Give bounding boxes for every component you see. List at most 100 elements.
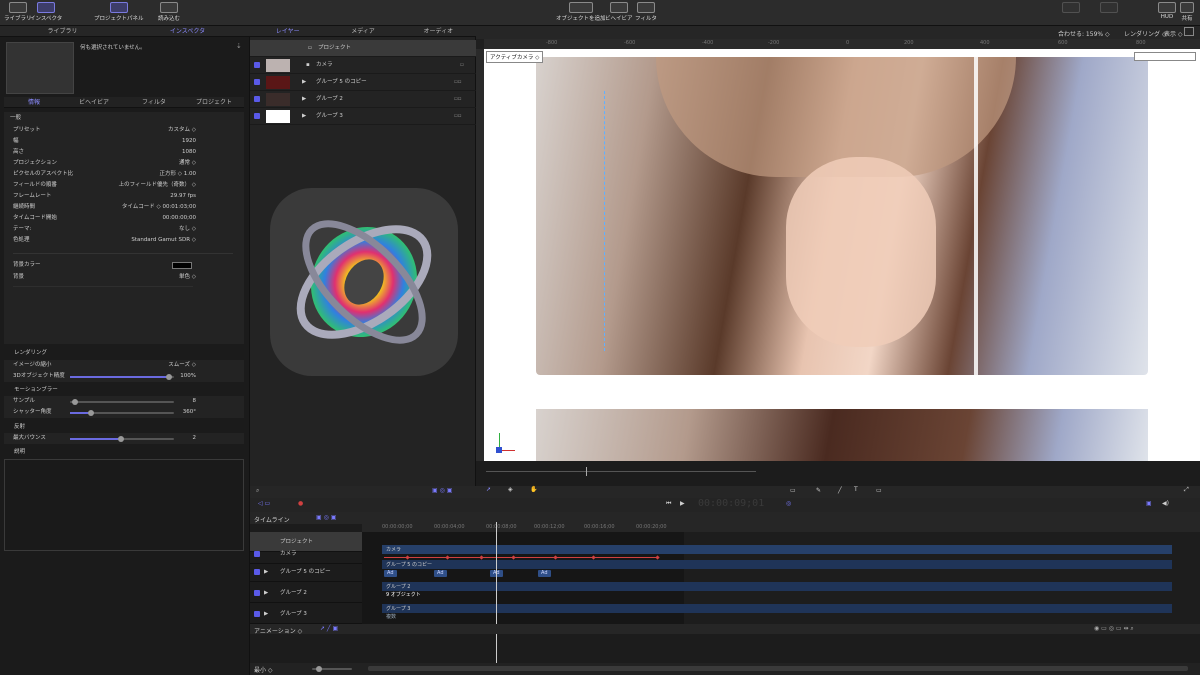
prop-projection[interactable]: プロジェクション 通常 ◇: [4, 158, 244, 169]
zoom-slider[interactable]: [312, 666, 352, 672]
inspector-button[interactable]: インスペクタ: [30, 2, 62, 22]
filter-button[interactable]: フィルタ: [635, 2, 657, 22]
photo-frame-2[interactable]: [536, 409, 1148, 461]
layer-checkbox[interactable]: [254, 79, 260, 85]
layer-project[interactable]: ▫ プロジェクト: [250, 40, 476, 57]
track-area[interactable]: カメラ グループ 5 のコピー Ad Ad Ad Ad グループ 2 9 オブジ…: [362, 532, 1200, 624]
mini-timeline[interactable]: [476, 461, 1200, 486]
layer-view-icons[interactable]: ▣ ◎ ▣: [432, 487, 452, 494]
prop-field-order[interactable]: フィールドの順番 上のフィールド優先（奇数） ◇: [4, 180, 244, 191]
import-button[interactable]: 読み込む: [158, 2, 180, 22]
disclosure-triangle-icon[interactable]: ▶: [302, 74, 306, 91]
layer-options-icon[interactable]: ▫▫: [454, 108, 461, 125]
fullscreen-icon[interactable]: ⤢: [1184, 486, 1189, 494]
transform-tool-icon[interactable]: ◈: [508, 486, 513, 493]
animation-menu[interactable]: アニメーション ◇: [254, 626, 302, 635]
keyframe[interactable]: [445, 555, 450, 560]
behavior-button[interactable]: ビヘイビア: [605, 2, 633, 22]
shutter-slider[interactable]: [70, 410, 174, 416]
timecode-display[interactable]: 00:00:09;01: [698, 498, 764, 509]
bounces-slider[interactable]: [70, 436, 174, 442]
search-icon[interactable]: ⌕: [256, 487, 259, 495]
project-panel-button[interactable]: プロジェクトパネル: [94, 2, 144, 22]
hand-tool-icon[interactable]: ✋: [530, 486, 537, 493]
timeline-scrollbar[interactable]: [368, 666, 1188, 671]
tab-filters[interactable]: フィルタ: [124, 97, 184, 107]
record-icon[interactable]: ●: [298, 500, 303, 507]
group5-bar[interactable]: グループ 5 のコピー: [382, 560, 1172, 569]
layer-options-icon[interactable]: ▫▫: [454, 91, 461, 108]
go-to-start-icon[interactable]: ⏮: [666, 500, 671, 508]
photo-frame[interactable]: [536, 57, 1148, 375]
audio-icon[interactable]: ◎: [786, 500, 791, 507]
pin-icon[interactable]: ⇣: [236, 42, 242, 50]
zoom-menu-footer[interactable]: 最小 ◇: [254, 665, 273, 674]
timeline-ruler[interactable]: 00:00:00;00 00:00:04;00 00:00:08;00 00:0…: [362, 512, 1200, 532]
timeline-row-camera[interactable]: カメラ: [250, 544, 362, 564]
tab-inspector[interactable]: インスペクタ: [125, 26, 250, 36]
disclosure-triangle-icon[interactable]: ▶: [264, 604, 268, 624]
mini-playhead[interactable]: [586, 467, 587, 476]
playhead[interactable]: [496, 522, 497, 664]
prop-width[interactable]: 幅 1920: [4, 136, 244, 147]
layer-group5-copy[interactable]: ▶ グループ 5 のコピー ▫▫: [250, 74, 476, 91]
pen-tool-icon[interactable]: ✎: [816, 487, 821, 494]
camera-bar[interactable]: カメラ: [382, 545, 1172, 554]
description-field[interactable]: [4, 459, 244, 551]
prop-color-processing[interactable]: 色処理 Standard Gamut SDR ◇: [4, 235, 244, 246]
view-menu[interactable]: 表示 ◇: [1164, 29, 1183, 38]
library-button[interactable]: ライブラリ: [4, 2, 32, 22]
prop-height[interactable]: 高さ 1080: [4, 147, 244, 158]
prop-bg-color[interactable]: 背景カラー: [4, 260, 244, 271]
tab-behaviors[interactable]: ビヘイビア: [64, 97, 124, 107]
keyframe[interactable]: [655, 555, 660, 560]
prop-preset[interactable]: プリセット カスタム ◇: [4, 125, 244, 136]
prop-theme[interactable]: テーマ: なし ◇: [4, 224, 244, 235]
layer-group2[interactable]: ▶ グループ 2 ▫▫: [250, 91, 476, 108]
keyframe-tool-icons[interactable]: ➚ ╱ ▣: [320, 625, 338, 632]
layer-checkbox[interactable]: [254, 62, 260, 68]
tab-info[interactable]: 情報: [4, 97, 64, 107]
timeline-row-group3[interactable]: ▶ グループ 3: [250, 604, 362, 624]
layer-checkbox[interactable]: [254, 113, 260, 119]
layout-icon[interactable]: [1184, 27, 1194, 36]
text-tool-icon[interactable]: T: [854, 486, 858, 493]
disclosure-triangle-icon[interactable]: ▶: [302, 91, 306, 108]
axis-gizmo[interactable]: [496, 433, 516, 453]
prop-image-scaling[interactable]: イメージの縮小 スムーズ ◇: [4, 360, 244, 371]
prop-pixel-aspect[interactable]: ピクセルのアスペクト比 正方形 ◇ 1.00: [4, 169, 244, 180]
view-tools[interactable]: [1134, 52, 1196, 61]
tab-media[interactable]: メディア: [325, 26, 400, 36]
tab-project[interactable]: プロジェクト: [184, 97, 244, 107]
shape-tool-icon[interactable]: ▭: [790, 487, 796, 494]
prop-background[interactable]: 背景 単色 ◇: [4, 272, 244, 283]
group2-bar[interactable]: グループ 2: [382, 582, 1172, 591]
keyframe[interactable]: [479, 555, 484, 560]
layer-checkbox[interactable]: [254, 96, 260, 102]
keyframe[interactable]: [591, 555, 596, 560]
mask-tool-icon[interactable]: ▭: [876, 487, 882, 494]
samples-slider[interactable]: [70, 399, 174, 405]
disclosure-triangle-icon[interactable]: ▶: [264, 583, 268, 603]
color-swatch[interactable]: [172, 262, 192, 269]
behavior-tag[interactable]: Ad: [434, 570, 447, 577]
group3-bar[interactable]: グループ 3: [382, 604, 1172, 613]
share-button[interactable]: 共有: [1180, 2, 1194, 22]
rendering-menu[interactable]: レンダリング ◇: [1124, 29, 1167, 38]
volume-icon[interactable]: ◀): [1162, 500, 1169, 507]
tab-layers[interactable]: レイヤー: [250, 26, 325, 36]
behavior-tag[interactable]: Ad: [538, 570, 551, 577]
tab-audio[interactable]: オーディオ: [401, 26, 476, 36]
hud-button[interactable]: HUD: [1158, 2, 1176, 20]
loop-icons[interactable]: ◁ ▭: [258, 500, 270, 507]
disclosure-triangle-icon[interactable]: ▶: [302, 108, 306, 125]
select-tool-icon[interactable]: ➚: [486, 486, 491, 493]
keyframe[interactable]: [553, 555, 558, 560]
paint-tool-icon[interactable]: ╱: [838, 487, 842, 494]
add-object-button[interactable]: オブジェクトを追加: [556, 2, 606, 22]
timeline-view-icons[interactable]: ▣ ◎ ▣: [316, 514, 336, 521]
keyframe[interactable]: [511, 555, 516, 560]
disclosure-triangle-icon[interactable]: ▶: [264, 562, 268, 582]
canvas-viewport[interactable]: [484, 49, 1200, 461]
timeline-row-group5[interactable]: ▶ グループ 5 のコピー: [250, 562, 362, 582]
